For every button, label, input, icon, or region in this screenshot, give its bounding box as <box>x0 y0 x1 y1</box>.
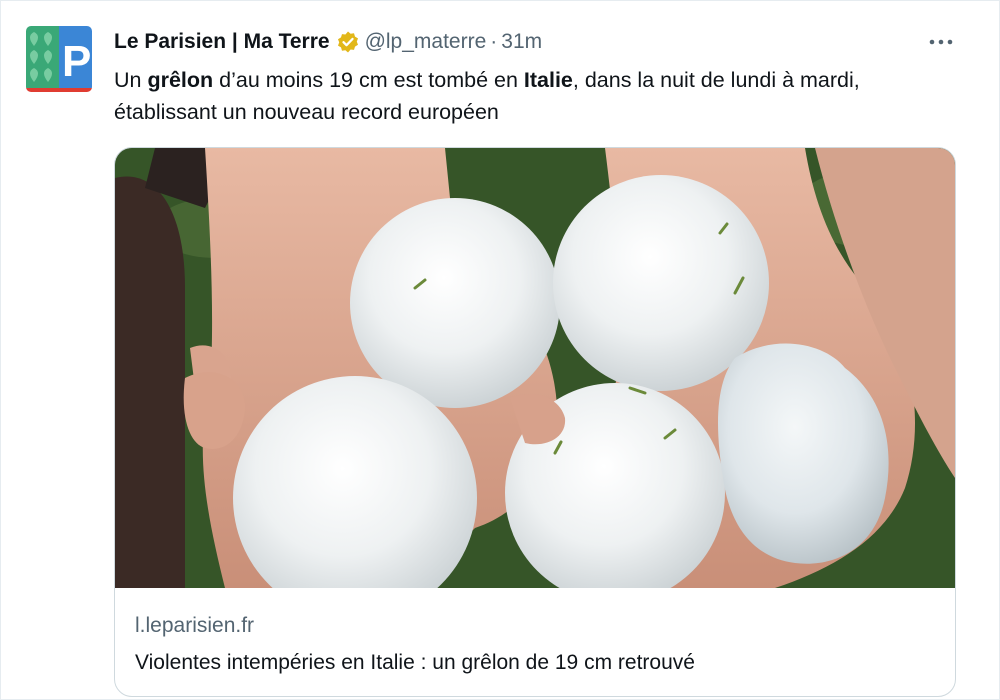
tweet-container: P Le Parisien | Ma Terre @lp_materre · 3… <box>0 0 1000 700</box>
tweet-header: Le Parisien | Ma Terre @lp_materre · 31m <box>114 29 542 55</box>
card-title: Violentes intempéries en Italie : un grê… <box>135 651 695 674</box>
author-handle[interactable]: @lp_materre <box>365 30 487 54</box>
tweet-text-bold: Italie <box>523 68 573 92</box>
more-options-button[interactable] <box>925 29 957 55</box>
tweet-text-bold: grêlon <box>147 68 214 92</box>
verified-badge-icon[interactable] <box>336 30 360 54</box>
avatar-letter: P <box>62 37 91 86</box>
link-preview-card[interactable]: l.leparisien.fr Violentes intempéries en… <box>114 147 956 697</box>
avatar[interactable]: P <box>26 26 92 92</box>
tweet-text: Un grêlon d’au moins 19 cm est tombé en … <box>114 64 954 128</box>
tweet-text-part: d’au moins 19 cm est tombé en <box>213 68 524 92</box>
timestamp[interactable]: 31m <box>501 30 542 54</box>
author-name[interactable]: Le Parisien | Ma Terre <box>114 30 330 54</box>
hailstones-photo[interactable] <box>115 148 955 588</box>
tweet-text-part: Un <box>114 68 148 92</box>
le-parisien-logo: P <box>26 26 92 92</box>
separator-dot: · <box>490 30 498 53</box>
ellipsis-icon <box>929 39 953 45</box>
card-domain: l.leparisien.fr <box>135 614 255 637</box>
